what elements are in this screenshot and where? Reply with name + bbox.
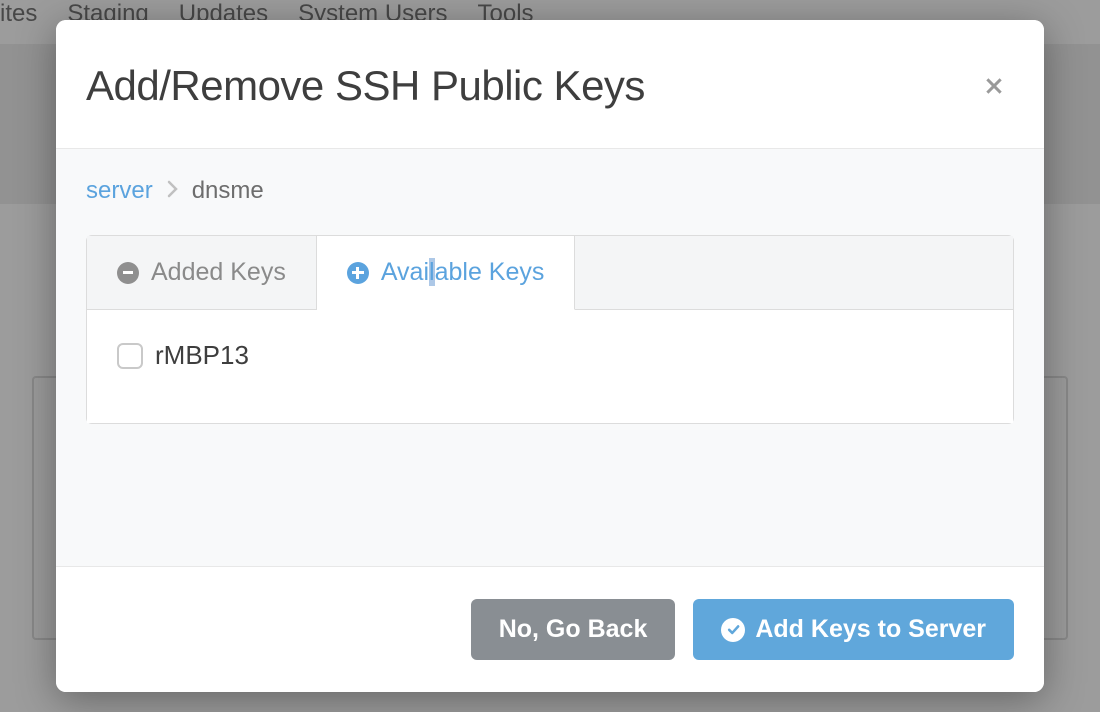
modal-body: server dnsme Added Keys Available Ke [56,148,1044,567]
tab-added-keys[interactable]: Added Keys [87,236,317,309]
modal-footer: No, Go Back Add Keys to Server [56,567,1044,692]
breadcrumb-current: dnsme [192,177,264,205]
tab-available-keys[interactable]: Available Keys [317,236,576,310]
tabs-container: Added Keys Available Keys rMBP13 [86,235,1014,424]
plus-circle-icon [347,262,369,284]
key-checkbox[interactable] [117,343,143,369]
button-label: Add Keys to Server [755,617,986,642]
key-list-item: rMBP13 [117,340,983,371]
cancel-button[interactable]: No, Go Back [471,599,676,660]
nav-item: ites [0,0,37,28]
breadcrumb: server dnsme [86,177,1014,205]
button-label: No, Go Back [499,617,648,642]
tab-content: rMBP13 [87,310,1013,423]
close-button[interactable] [974,64,1014,108]
tab-label: Added Keys [151,258,286,287]
check-circle-icon [721,618,745,642]
modal-title: Add/Remove SSH Public Keys [86,62,645,110]
tab-bar: Added Keys Available Keys [87,236,1013,310]
breadcrumb-root-link[interactable]: server [86,177,153,205]
add-keys-button[interactable]: Add Keys to Server [693,599,1014,660]
close-icon [982,74,1006,98]
chevron-right-icon [167,177,178,205]
modal-header: Add/Remove SSH Public Keys [56,20,1044,148]
tab-label: Available Keys [381,258,545,287]
ssh-keys-modal: Add/Remove SSH Public Keys server dnsme … [56,20,1044,692]
minus-circle-icon [117,262,139,284]
key-label: rMBP13 [155,340,249,371]
